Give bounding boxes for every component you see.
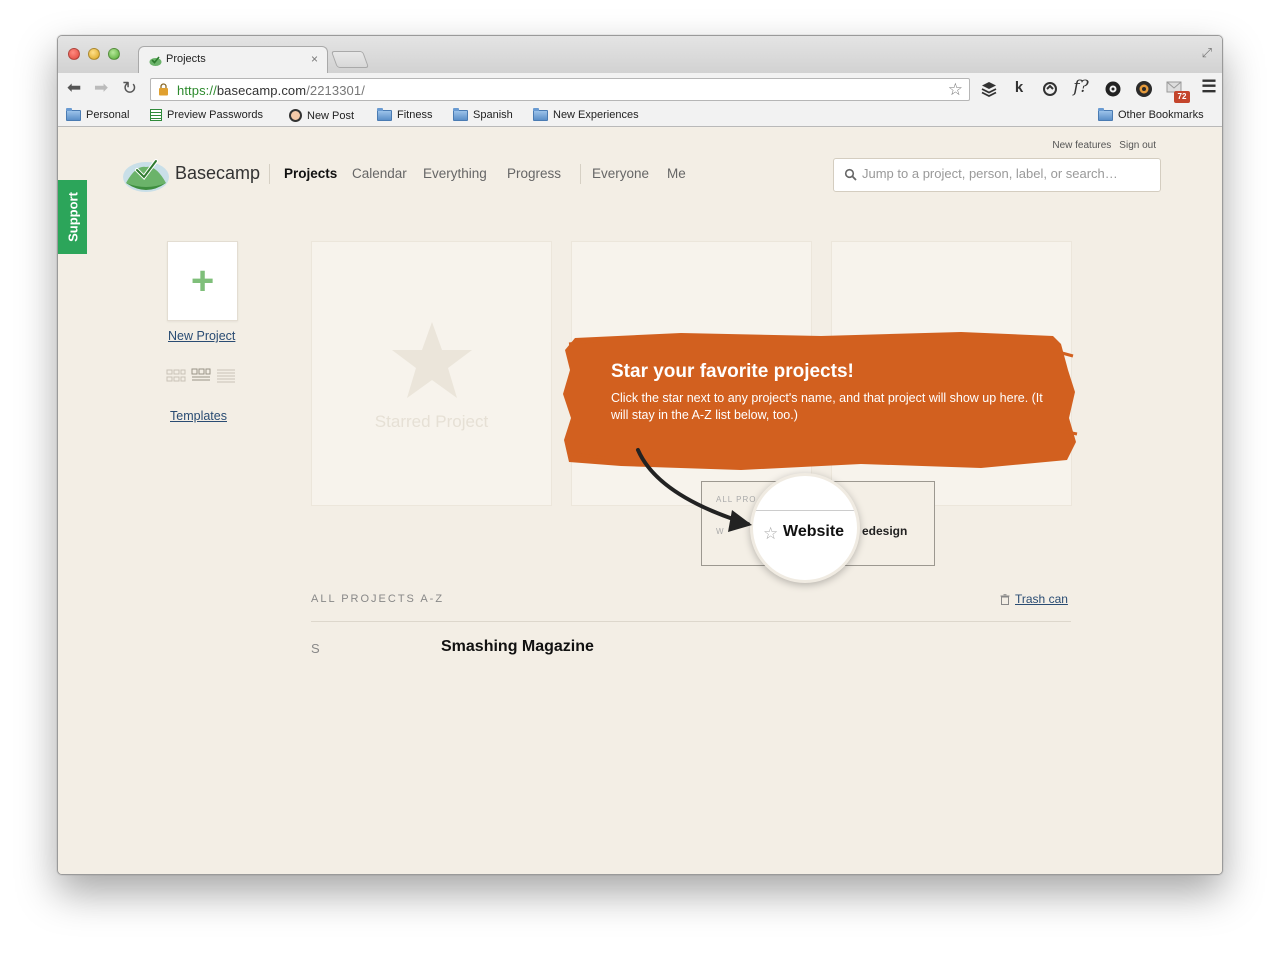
nav-calendar[interactable]: Calendar — [352, 166, 407, 181]
tip-title: Star your favorite projects! — [611, 361, 854, 382]
url-text: https://basecamp.com/2213301/ — [177, 83, 365, 98]
divider — [311, 621, 1071, 622]
menu-icon[interactable]: ☰ — [1199, 77, 1219, 97]
browser-toolbar: ⬅ ➡ ↻ https://basecamp.com/2213301/ ☆ k … — [58, 73, 1222, 105]
bookmarks-bar: Personal Preview Passwords New Post Fitn… — [58, 105, 1222, 127]
zoom-window-button[interactable] — [108, 48, 120, 60]
url-scheme: https:// — [177, 83, 217, 98]
list-icon[interactable] — [216, 368, 236, 383]
account-links: New features Sign out — [1052, 140, 1156, 151]
bookmark-label: Other Bookmarks — [1118, 109, 1204, 121]
divider — [269, 164, 270, 184]
preview-project-word: Website — [783, 523, 845, 540]
tab-strip: Projects × ⤢ — [58, 36, 1222, 73]
url-path: /2213301/ — [306, 83, 365, 98]
trash-can[interactable]: Trash can — [1000, 592, 1068, 606]
project-group-letter: S — [311, 641, 320, 656]
folder-icon — [66, 107, 81, 121]
back-arrow-icon[interactable]: ⬅ — [67, 79, 81, 97]
new-features-link[interactable]: New features — [1052, 140, 1111, 151]
bookmark-fitness[interactable]: Fitness — [377, 107, 433, 121]
bookmark-label: Spanish — [473, 109, 513, 121]
starred-project-label: Starred Project — [374, 412, 489, 431]
new-post-icon — [289, 109, 302, 122]
bookmark-label: Preview Passwords — [167, 109, 263, 121]
browser-window: Projects × ⤢ ⬅ ➡ ↻ https://basecamp.com/… — [57, 35, 1223, 875]
lock-warning-icon — [159, 83, 168, 96]
camera-icon[interactable] — [1135, 80, 1153, 98]
forward-arrow-icon[interactable]: ➡ — [94, 79, 108, 97]
url-host: basecamp.com — [216, 83, 307, 98]
tab-projects[interactable]: Projects × — [138, 46, 328, 73]
reload-icon[interactable]: ↻ — [122, 79, 137, 97]
fullscreen-icon[interactable]: ⤢ — [1202, 45, 1212, 61]
bookmark-other[interactable]: Other Bookmarks — [1098, 107, 1204, 121]
klout-icon[interactable]: k — [1009, 79, 1029, 96]
divider — [753, 510, 857, 511]
bookmark-new-post[interactable]: New Post — [289, 109, 354, 122]
plus-icon: + — [190, 259, 215, 303]
grid-large-icon[interactable] — [191, 368, 211, 383]
buffer-icon[interactable] — [980, 80, 998, 98]
starred-project-placeholder: Starred Project — [311, 241, 552, 506]
grid-small-icon[interactable] — [166, 368, 186, 383]
new-project-button[interactable]: + — [167, 241, 238, 321]
search-input[interactable] — [862, 166, 1152, 181]
gear-icon[interactable] — [1104, 80, 1122, 98]
support-label: Support — [65, 192, 80, 242]
spreadsheet-icon — [150, 109, 162, 121]
close-window-button[interactable] — [68, 48, 80, 60]
bookmark-label: Fitness — [397, 109, 433, 121]
trash-icon — [1000, 593, 1010, 605]
bookmark-spanish[interactable]: Spanish — [453, 107, 513, 121]
bookmark-preview-passwords[interactable]: Preview Passwords — [150, 109, 263, 121]
minimize-window-button[interactable] — [88, 48, 100, 60]
bookmark-label: New Experiences — [553, 109, 639, 121]
templates-link[interactable]: Templates — [170, 409, 227, 423]
mail-badge: 72 — [1174, 91, 1190, 103]
all-projects-heading: ALL PROJECTS A-Z — [311, 593, 445, 605]
folder-icon — [453, 107, 468, 121]
tip-body: Click the star next to any project's nam… — [611, 391, 1043, 422]
folder-icon — [377, 107, 392, 121]
bookmark-label: Personal — [86, 109, 130, 121]
tab-close-icon[interactable]: × — [311, 52, 318, 66]
font-finder-icon[interactable]: f? — [1071, 77, 1091, 97]
star-icon — [392, 322, 472, 398]
bookmark-star-icon[interactable]: ☆ — [948, 80, 963, 100]
folder-icon — [533, 107, 548, 121]
bookmark-new-experiences[interactable]: New Experiences — [533, 107, 639, 121]
tab-title: Projects — [166, 53, 206, 65]
template-view-icons — [166, 368, 236, 383]
nav-progress[interactable]: Progress — [507, 166, 561, 181]
new-project-link[interactable]: New Project — [168, 329, 235, 343]
preview-project-rest: edesign — [862, 524, 908, 538]
search-box[interactable] — [833, 158, 1161, 192]
basecamp-favicon-icon — [149, 56, 162, 66]
bookmark-label: New Post — [307, 109, 355, 122]
nav-projects[interactable]: Projects — [284, 166, 337, 181]
address-bar[interactable]: https://basecamp.com/2213301/ ☆ — [150, 78, 970, 101]
basecamp-logo-icon[interactable] — [122, 153, 170, 193]
project-link[interactable]: Smashing Magazine — [441, 638, 594, 656]
nav-everything[interactable]: Everything — [423, 166, 487, 181]
support-tab[interactable]: Support — [58, 180, 87, 254]
new-tab-button[interactable] — [330, 51, 370, 68]
divider — [580, 164, 581, 184]
nav-me[interactable]: Me — [667, 166, 686, 181]
nav-everyone[interactable]: Everyone — [592, 166, 649, 181]
sync-icon[interactable] — [1042, 81, 1058, 97]
search-icon — [844, 168, 857, 181]
sign-out-link[interactable]: Sign out — [1119, 140, 1156, 151]
arrow-icon — [636, 448, 752, 532]
bookmark-personal[interactable]: Personal — [66, 107, 130, 121]
logo-text[interactable]: Basecamp — [175, 163, 260, 184]
trash-can-link[interactable]: Trash can — [1015, 592, 1068, 606]
basecamp-page: Support New features Sign out Basecamp P… — [58, 128, 1222, 874]
folder-icon — [1098, 107, 1113, 121]
